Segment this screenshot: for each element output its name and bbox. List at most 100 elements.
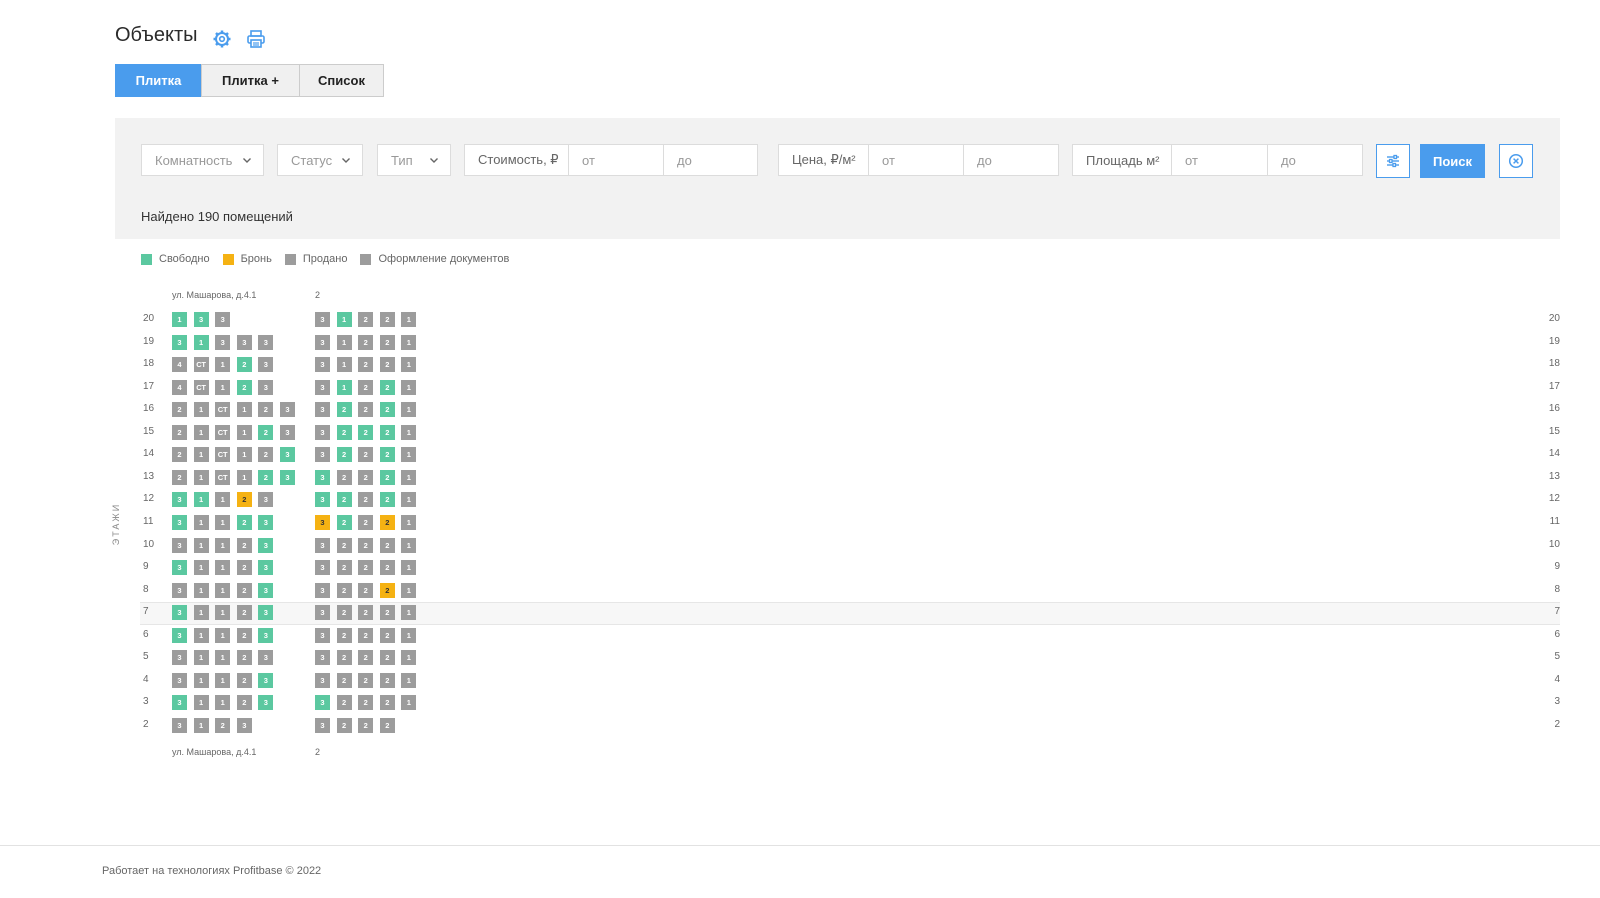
apartment-cell[interactable]: 2 [258, 469, 274, 485]
apartment-cell[interactable]: 3 [172, 582, 187, 598]
apartment-cell[interactable]: 1 [215, 582, 231, 598]
apartment-cell[interactable]: 1 [193, 627, 209, 643]
apartment-cell[interactable]: 2 [379, 605, 395, 621]
apartment-cell[interactable]: 3 [172, 560, 187, 576]
apartment-cell[interactable]: 3 [258, 695, 274, 711]
apartment-cell[interactable]: 3 [315, 582, 330, 598]
apartment-cell[interactable]: 1 [401, 695, 417, 711]
apartment-cell[interactable]: 3 [236, 717, 252, 733]
apartment-cell[interactable]: 1 [215, 492, 231, 508]
apartment-cell[interactable]: 3 [315, 469, 330, 485]
apartment-cell[interactable]: 2 [358, 514, 374, 530]
apartment-cell[interactable]: 2 [358, 582, 374, 598]
apartment-cell[interactable]: 3 [172, 514, 187, 530]
apartment-cell[interactable]: 1 [401, 582, 417, 598]
apartment-cell[interactable]: 2 [336, 514, 352, 530]
apartment-cell[interactable]: 2 [336, 560, 352, 576]
apartment-cell[interactable]: 1 [336, 334, 352, 350]
apartment-cell[interactable]: 2 [236, 514, 252, 530]
apartment-cell[interactable]: 1 [193, 402, 209, 418]
apartment-cell[interactable]: 2 [379, 717, 395, 733]
gear-icon[interactable] [212, 29, 232, 49]
tab-tile[interactable]: Плитка [115, 64, 202, 97]
apartment-cell[interactable]: 2 [336, 627, 352, 643]
apartment-cell[interactable]: 1 [215, 605, 231, 621]
tab-tile-plus[interactable]: Плитка + [201, 64, 300, 97]
apartment-cell[interactable]: 3 [172, 650, 187, 666]
apartment-cell[interactable]: 3 [258, 334, 274, 350]
apartment-cell[interactable]: 2 [336, 650, 352, 666]
apartment-cell[interactable]: 2 [336, 469, 352, 485]
apartment-cell[interactable]: СТ [193, 357, 209, 373]
apartment-cell[interactable]: 2 [336, 492, 352, 508]
apartment-cell[interactable]: 3 [315, 357, 330, 373]
apartment-cell[interactable]: 2 [379, 650, 395, 666]
apartment-cell[interactable]: 2 [379, 357, 395, 373]
apartment-cell[interactable]: 1 [236, 469, 252, 485]
apartment-cell[interactable]: 2 [172, 402, 187, 418]
apartment-cell[interactable]: 3 [172, 717, 187, 733]
apartment-cell[interactable]: 1 [193, 560, 209, 576]
apartment-cell[interactable]: 1 [193, 582, 209, 598]
apartment-cell[interactable]: 1 [193, 514, 209, 530]
apartment-cell[interactable]: 1 [193, 695, 209, 711]
apartment-cell[interactable]: 3 [215, 312, 231, 327]
apartment-cell[interactable]: 2 [358, 312, 374, 327]
area-from-input[interactable]: от [1171, 144, 1267, 176]
apartment-cell[interactable]: 2 [358, 334, 374, 350]
apartment-cell[interactable]: 2 [379, 312, 395, 327]
apartment-cell[interactable]: 2 [358, 717, 374, 733]
apartment-cell[interactable]: 3 [280, 447, 295, 463]
apartment-cell[interactable]: 2 [336, 717, 352, 733]
apartment-cell[interactable]: 1 [401, 334, 417, 350]
apartment-cell[interactable]: 3 [258, 537, 274, 553]
apartment-cell[interactable]: 3 [258, 492, 274, 508]
apartment-cell[interactable]: 1 [193, 424, 209, 440]
apartment-cell[interactable]: 3 [258, 514, 274, 530]
apartment-cell[interactable]: 3 [315, 492, 330, 508]
apartment-cell[interactable]: 2 [336, 695, 352, 711]
apartment-cell[interactable]: 1 [401, 447, 417, 463]
apartment-cell[interactable]: 2 [358, 424, 374, 440]
apartment-cell[interactable]: 2 [358, 672, 374, 688]
apartment-cell[interactable]: 1 [215, 672, 231, 688]
price-from-input[interactable]: от [868, 144, 963, 176]
apartment-cell[interactable]: 3 [315, 514, 330, 530]
apartment-cell[interactable]: 2 [172, 469, 187, 485]
apartment-cell[interactable]: 2 [236, 357, 252, 373]
type-select[interactable]: Тип [377, 144, 451, 176]
apartment-cell[interactable]: 3 [258, 605, 274, 621]
apartment-cell[interactable]: 3 [236, 334, 252, 350]
apartment-cell[interactable]: 2 [172, 424, 187, 440]
apartment-cell[interactable]: 1 [401, 650, 417, 666]
apartment-cell[interactable]: 2 [379, 334, 395, 350]
apartment-cell[interactable]: 1 [215, 379, 231, 395]
apartment-cell[interactable]: 1 [236, 447, 252, 463]
apartment-cell[interactable]: 3 [258, 560, 274, 576]
apartment-cell[interactable]: 3 [172, 627, 187, 643]
cost-from-input[interactable]: от [568, 144, 663, 176]
apartment-cell[interactable]: 2 [258, 402, 274, 418]
apartment-cell[interactable]: 1 [401, 469, 417, 485]
apartment-cell[interactable]: 1 [336, 379, 352, 395]
rooms-select[interactable]: Комнатность [141, 144, 264, 176]
apartment-cell[interactable]: 3 [172, 334, 187, 350]
apartment-cell[interactable]: 2 [236, 695, 252, 711]
apartment-cell[interactable]: 2 [236, 672, 252, 688]
apartment-cell[interactable]: 2 [358, 357, 374, 373]
apartment-cell[interactable]: 1 [401, 672, 417, 688]
apartment-cell[interactable]: 3 [258, 650, 274, 666]
apartment-cell[interactable]: 1 [401, 514, 417, 530]
apartment-cell[interactable]: 3 [315, 424, 330, 440]
apartment-cell[interactable]: 1 [193, 492, 209, 508]
apartment-cell[interactable]: 2 [358, 379, 374, 395]
apartment-cell[interactable]: 2 [236, 537, 252, 553]
apartment-cell[interactable]: 1 [193, 605, 209, 621]
apartment-cell[interactable]: 1 [215, 695, 231, 711]
apartment-cell[interactable]: 3 [258, 357, 274, 373]
apartment-cell[interactable]: 2 [358, 469, 374, 485]
apartment-cell[interactable]: 2 [358, 492, 374, 508]
apartment-cell[interactable]: 3 [315, 650, 330, 666]
apartment-cell[interactable]: 2 [379, 514, 395, 530]
apartment-cell[interactable]: 1 [215, 537, 231, 553]
